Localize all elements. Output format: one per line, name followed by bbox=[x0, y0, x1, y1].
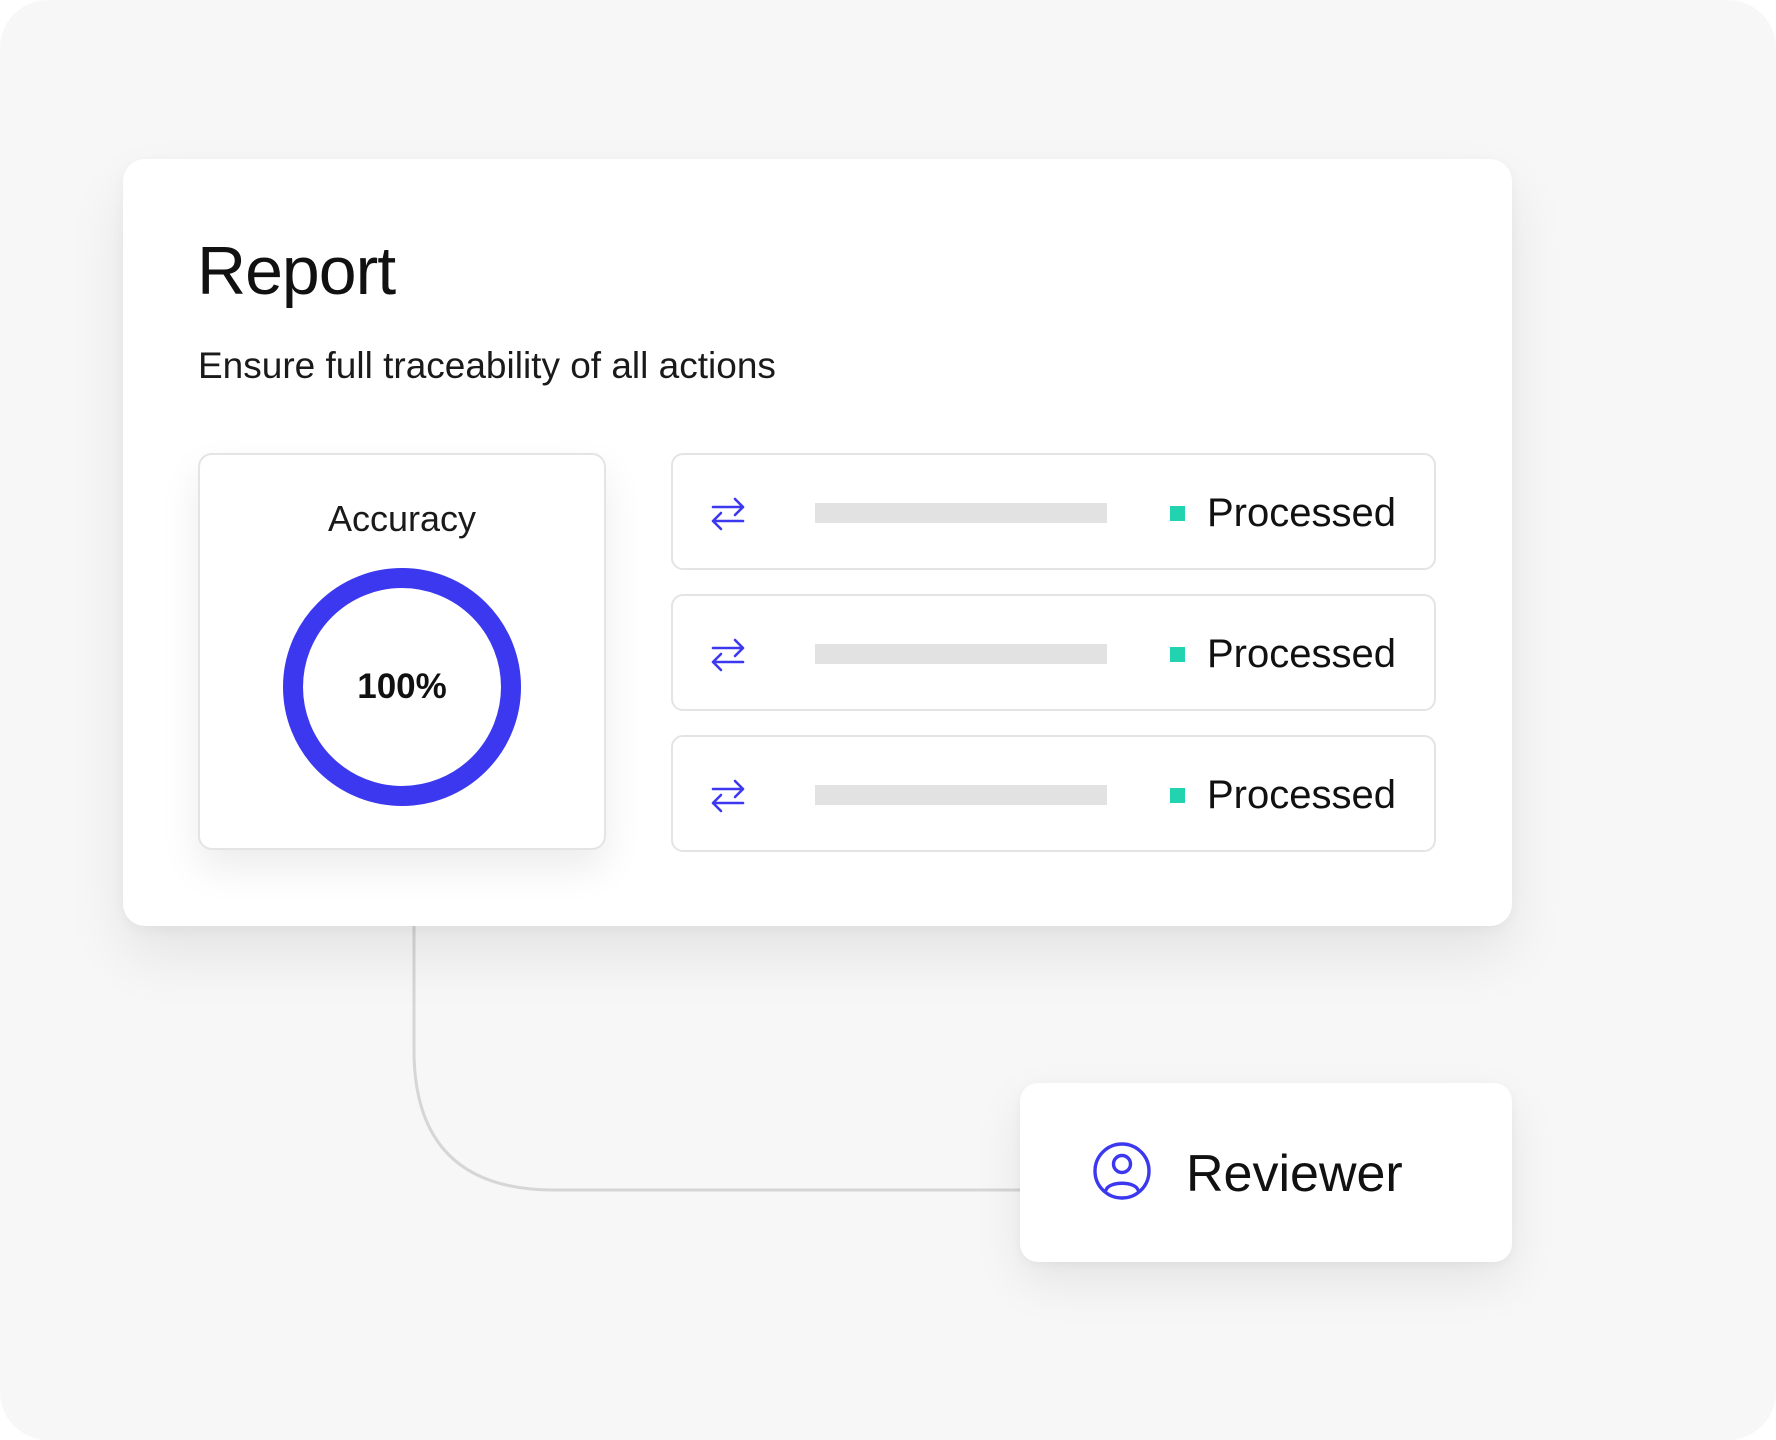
report-title: Report bbox=[197, 233, 396, 309]
background-canvas: Report Ensure full traceability of all a… bbox=[0, 0, 1776, 1440]
status-indicator bbox=[1170, 788, 1185, 803]
report-subtitle: Ensure full traceability of all actions bbox=[198, 345, 776, 386]
status-label: Processed bbox=[1207, 491, 1396, 535]
action-row[interactable]: Processed bbox=[671, 453, 1436, 570]
swap-arrows-icon bbox=[711, 638, 745, 672]
redacted-text-bar bbox=[815, 503, 1107, 523]
accuracy-card: Accuracy 100% bbox=[198, 453, 606, 850]
status-label: Processed bbox=[1207, 632, 1396, 676]
status-indicator bbox=[1170, 506, 1185, 521]
status-label: Processed bbox=[1207, 773, 1396, 817]
status-indicator bbox=[1170, 647, 1185, 662]
redacted-text-bar bbox=[815, 785, 1107, 805]
reviewer-card[interactable]: Reviewer bbox=[1020, 1083, 1512, 1262]
report-card: Report Ensure full traceability of all a… bbox=[123, 159, 1512, 926]
swap-arrows-icon bbox=[711, 497, 745, 531]
accuracy-label: Accuracy bbox=[327, 498, 477, 539]
swap-arrows-icon bbox=[711, 779, 745, 813]
reviewer-label: Reviewer bbox=[1186, 1145, 1403, 1203]
redacted-text-bar bbox=[815, 644, 1107, 664]
action-row[interactable]: Processed bbox=[671, 594, 1436, 711]
user-circle-icon bbox=[1093, 1142, 1151, 1200]
accuracy-value: 100% bbox=[357, 667, 447, 706]
action-row[interactable]: Processed bbox=[671, 735, 1436, 852]
